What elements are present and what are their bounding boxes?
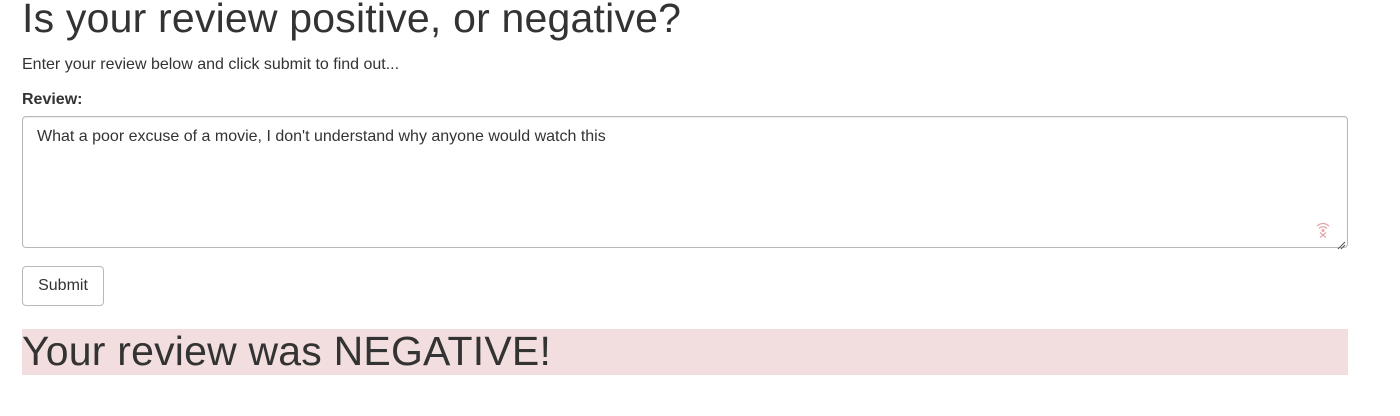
review-field-container bbox=[22, 116, 1348, 250]
dictation-off-icon[interactable] bbox=[1314, 220, 1332, 238]
resize-handle-icon[interactable] bbox=[1337, 237, 1346, 250]
page-subtitle: Enter your review below and click submit… bbox=[22, 56, 400, 73]
review-label: Review: bbox=[22, 91, 83, 108]
page: Is your review positive, or negative? En… bbox=[0, 0, 1400, 416]
review-textarea[interactable] bbox=[22, 116, 1348, 248]
page-title: Is your review positive, or negative? bbox=[22, 0, 682, 41]
submit-button[interactable]: Submit bbox=[22, 266, 104, 306]
result-text: Your review was NEGATIVE! bbox=[22, 328, 552, 374]
result-banner: Your review was NEGATIVE! bbox=[22, 328, 1348, 375]
